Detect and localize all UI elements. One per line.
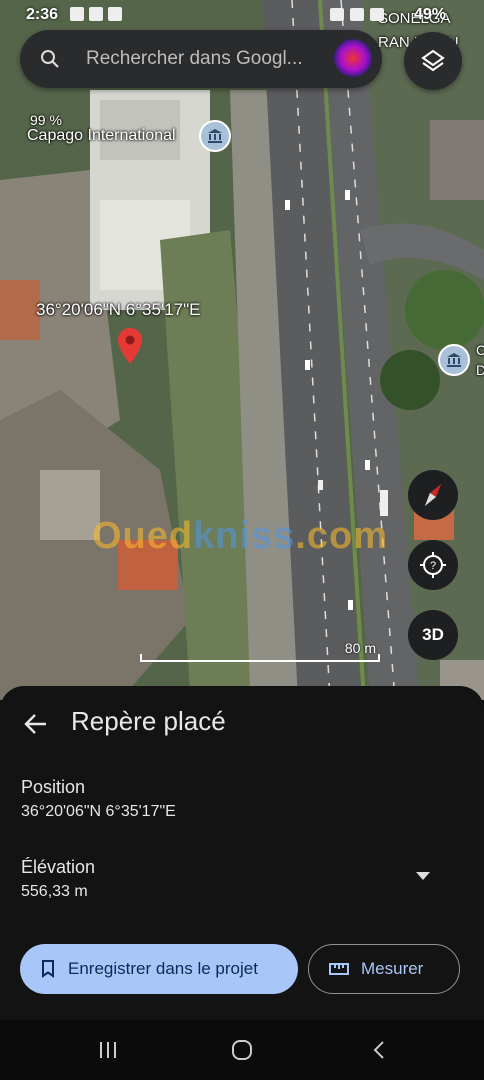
poi-marker-right[interactable] xyxy=(438,344,470,376)
battery-percentage: 49% xyxy=(413,6,446,23)
back-arrow-icon[interactable] xyxy=(22,710,50,738)
alarm-icon xyxy=(330,8,344,21)
bank-icon xyxy=(208,129,222,143)
watermark-text-3: .com xyxy=(295,515,388,557)
sheet-title: Repère placé xyxy=(71,706,226,736)
home-icon[interactable] xyxy=(230,1038,254,1062)
save-button-label: Enregistrer dans le projet xyxy=(68,959,258,978)
bank-icon xyxy=(447,353,461,367)
facebook-icon xyxy=(108,7,122,21)
3d-toggle-button[interactable]: 3D xyxy=(408,610,458,660)
scale-bar xyxy=(140,654,380,662)
account-avatar[interactable] xyxy=(334,39,372,77)
measure-button-label: Mesurer xyxy=(361,959,424,978)
elevation-value: 556,33 m xyxy=(21,883,88,900)
system-navigation-bar xyxy=(0,1020,484,1080)
expand-dropdown-icon[interactable] xyxy=(416,872,430,880)
search-icon xyxy=(41,50,59,68)
position-label: Position xyxy=(21,777,86,797)
map-pin-icon[interactable] xyxy=(118,328,142,364)
svg-text:?: ? xyxy=(430,560,436,572)
system-icons xyxy=(330,8,384,21)
poi-marker-building[interactable] xyxy=(199,120,231,152)
layers-icon xyxy=(421,49,445,72)
status-bar: 2:36 49% xyxy=(0,0,484,30)
signal-icon xyxy=(370,8,384,21)
compass-button[interactable] xyxy=(408,470,458,520)
save-to-project-button[interactable]: Enregistrer dans le projet xyxy=(20,944,298,994)
wifi-icon xyxy=(350,8,364,21)
map-percent-label: 99 % xyxy=(30,112,62,128)
recent-apps-icon[interactable] xyxy=(96,1038,120,1062)
layers-button[interactable] xyxy=(404,32,462,90)
map-label-right-edge-1: C xyxy=(476,342,484,358)
status-time: 2:36 xyxy=(26,6,59,23)
elevation-label: Élévation xyxy=(21,857,96,877)
gallery-icon xyxy=(70,7,84,21)
search-bar[interactable]: Rechercher dans Googl... xyxy=(20,30,382,88)
compass-icon xyxy=(425,484,441,506)
bookmark-icon xyxy=(42,960,54,978)
back-nav-icon[interactable] xyxy=(368,1038,392,1062)
news-icon xyxy=(89,7,103,21)
my-location-button[interactable]: ? xyxy=(408,540,458,590)
satellite-map[interactable] xyxy=(0,0,484,700)
location-target-icon: ? xyxy=(420,552,446,578)
position-value: 36°20'06"N 6°35'17"E xyxy=(21,803,176,820)
map-imagery xyxy=(0,0,484,700)
map-place-label[interactable]: Capago International xyxy=(27,127,176,145)
notification-icons xyxy=(70,7,122,21)
map-scale: 80 m xyxy=(140,640,382,662)
map-label-right-edge-2: D xyxy=(476,362,484,378)
watermark-text-2: kniss xyxy=(193,515,296,557)
placed-marker-sheet: Repère placé Position 36°20'06"N 6°35'17… xyxy=(0,686,484,1020)
search-placeholder: Rechercher dans Googl... xyxy=(86,48,303,69)
measure-button[interactable]: Mesurer xyxy=(308,944,460,994)
watermark-text-1: Oued xyxy=(92,515,194,557)
ruler-icon xyxy=(329,963,349,975)
watermark-logo: Ouedkniss.com xyxy=(92,515,388,558)
map-coordinates-label: 36°20'06"N 6°35'17"E xyxy=(36,300,201,319)
